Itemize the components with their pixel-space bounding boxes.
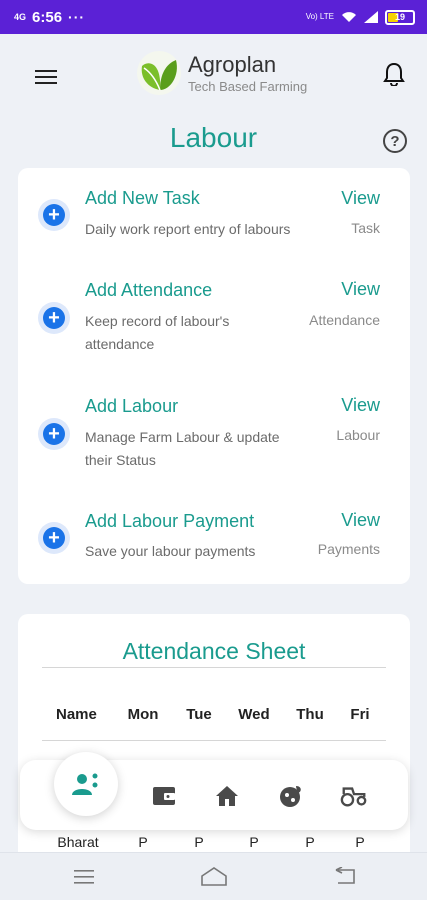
plus-icon[interactable]: + [38, 522, 70, 554]
column-header: Fri [350, 706, 370, 723]
labour-icon [72, 773, 98, 795]
plus-icon[interactable]: + [38, 199, 70, 231]
action-add-labour[interactable]: + Add Labour Manage Farm Labour & update… [18, 376, 410, 492]
attendance-header-row: Name Mon Tue Wed Thu Fri [42, 706, 392, 723]
column-header: Name [56, 706, 97, 723]
signal-icon [364, 11, 378, 23]
action-add-attendance[interactable]: + Add Attendance Keep record of labour's… [18, 260, 410, 376]
table-cell: Bharat [57, 834, 99, 850]
crop-icon [280, 786, 301, 807]
divider [42, 667, 386, 668]
bottom-nav [20, 752, 408, 830]
action-desc: Keep record of labour's attendance [85, 313, 230, 352]
view-payments-link[interactable]: View [341, 510, 380, 531]
nav-labour[interactable] [54, 752, 118, 816]
table-row: Bharat P P P P P [42, 834, 392, 850]
view-labour-link[interactable]: View [341, 395, 380, 416]
action-title[interactable]: Add Labour [85, 396, 178, 417]
view-attendance-link[interactable]: View [341, 279, 380, 300]
action-desc: Manage Farm Labour & update their Status [85, 429, 280, 468]
app-tagline: Tech Based Farming [188, 78, 308, 94]
logo-icon [137, 51, 181, 95]
app-name: Agroplan [188, 51, 277, 77]
table-cell: P [138, 834, 148, 850]
app-header: Agroplan Tech Based Farming [0, 34, 427, 118]
labour-actions-card: + Add New Task Daily work report entry o… [18, 168, 410, 584]
attendance-sheet-card: Attendance Sheet Name Mon Tue Wed Thu Fr… [18, 614, 410, 874]
home-system-icon[interactable] [200, 865, 228, 887]
view-task-link[interactable]: View [341, 188, 380, 209]
notification-dots: ··· [68, 9, 86, 25]
battery-level: 19 [394, 12, 405, 22]
volte-indicator: Vo) LTE [305, 12, 334, 21]
divider [42, 740, 386, 741]
attendance-sheet-title: Attendance Sheet [122, 638, 306, 664]
column-header: Mon [127, 706, 159, 723]
home-icon [216, 786, 238, 806]
action-desc: Daily work report entry of labours [85, 221, 291, 237]
action-desc: Save your labour payments [85, 543, 256, 559]
nav-home[interactable] [213, 782, 241, 810]
action-title[interactable]: Add Labour Payment [85, 511, 254, 532]
network-indicator: 4G [14, 11, 27, 22]
back-icon[interactable] [334, 867, 356, 885]
plus-icon[interactable]: + [38, 302, 70, 334]
action-title[interactable]: Add New Task [85, 188, 200, 209]
status-bar: 4G 6:56 ··· Vo) LTE 19 [0, 0, 427, 34]
column-header: Wed [238, 706, 270, 723]
column-header: Tue [186, 706, 212, 723]
recents-menu-icon[interactable] [74, 869, 94, 885]
table-cell: P [355, 834, 365, 850]
nav-tractor[interactable] [340, 782, 368, 810]
table-cell: P [249, 834, 259, 850]
menu-icon[interactable] [35, 70, 57, 88]
bell-icon[interactable] [383, 62, 405, 86]
plus-icon[interactable]: + [38, 418, 70, 450]
app-logo: Agroplan Tech Based Farming [136, 50, 307, 96]
status-time: 6:56 [32, 8, 63, 26]
help-icon[interactable]: ? [383, 129, 407, 153]
column-header: Thu [296, 706, 324, 723]
page-title: Labour [169, 122, 258, 153]
view-payments-sub[interactable]: Payments [318, 541, 380, 557]
nav-crop[interactable] [277, 782, 305, 810]
nav-wallet[interactable] [150, 782, 178, 810]
system-nav-bar [0, 852, 427, 900]
action-add-new-task[interactable]: + Add New Task Daily work report entry o… [18, 168, 410, 260]
view-attendance-sub[interactable]: Attendance [309, 312, 380, 328]
view-task-sub[interactable]: Task [351, 220, 380, 236]
view-labour-sub[interactable]: Labour [336, 427, 380, 443]
wifi-icon [342, 12, 356, 22]
battery-icon: 19 [385, 9, 415, 25]
tractor-icon [340, 787, 367, 807]
action-title[interactable]: Add Attendance [85, 280, 212, 301]
table-cell: P [305, 834, 315, 850]
table-cell: P [194, 834, 204, 850]
wallet-icon [153, 787, 175, 805]
action-add-labour-payment[interactable]: + Add Labour Payment Save your labour pa… [18, 492, 410, 584]
